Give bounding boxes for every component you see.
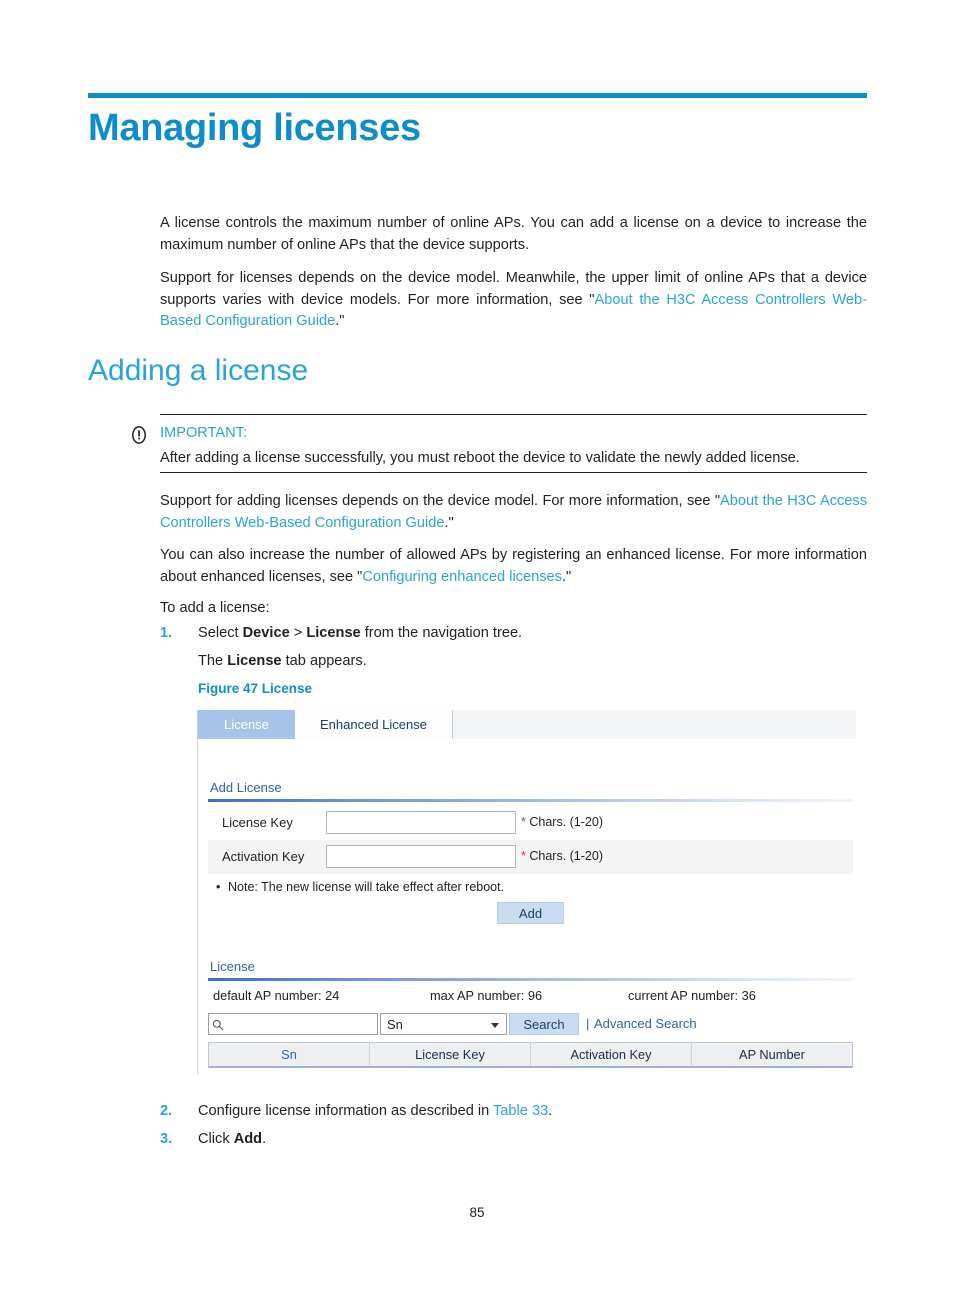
column-header-ap-number[interactable]: AP Number <box>692 1043 852 1066</box>
intro-paragraph-1: A license controls the maximum number of… <box>160 213 867 256</box>
note-body: After adding a license successfully, you… <box>160 450 800 466</box>
license-key-requirement: * Chars. (1-20) <box>521 815 603 829</box>
search-button[interactable]: Search <box>509 1013 579 1035</box>
license-key-label: License Key <box>222 815 293 830</box>
reboot-note: • Note: The new license will take effect … <box>216 880 504 894</box>
step-3-text-b: . <box>262 1131 267 1147</box>
activation-key-label: Activation Key <box>222 849 305 864</box>
section-title-adding-a-license: Adding a license <box>88 354 309 387</box>
step-1-bold-license: License <box>306 625 361 641</box>
license-table-header: Sn License Key Activation Key AP Number <box>208 1042 853 1068</box>
step-3-text-a: Click <box>198 1131 234 1147</box>
field-row-license-key: License Key * Chars. (1-20) <box>208 806 853 840</box>
step-1-substep-a: The <box>198 653 228 669</box>
step-1-text-c: from the navigation tree. <box>360 625 523 641</box>
body-paragraph-4: You can also increase the number of allo… <box>160 545 867 588</box>
add-license-section-title: Add License <box>210 780 282 795</box>
step-2-text: Configure license information as describ… <box>198 1101 552 1123</box>
activation-key-input[interactable] <box>326 845 516 868</box>
field-row-activation-key: Activation Key * Chars. (1-20) <box>208 840 853 874</box>
step-2-text-b: . <box>548 1103 553 1119</box>
step-2-number: 2. <box>160 1103 173 1119</box>
step-1-text-a: Select <box>198 625 243 641</box>
advanced-search-link[interactable]: Advanced Search <box>594 1016 697 1031</box>
license-section-title: License <box>210 959 255 974</box>
license-key-input[interactable] <box>326 811 516 834</box>
tab-bar-filler <box>453 710 856 739</box>
exclamation-circle-icon <box>130 426 148 444</box>
chevron-down-icon <box>491 1023 499 1028</box>
bullet-icon: • <box>216 880 221 894</box>
intro-paragraph-1-text: A license controls the maximum number of… <box>160 215 867 253</box>
stat-max-ap-number: max AP number: 96 <box>430 988 543 1003</box>
body-paragraph-3-text-a: Support for adding licenses depends on t… <box>160 493 721 509</box>
header-rule <box>88 93 867 98</box>
step-3-number: 3. <box>160 1131 173 1147</box>
activation-key-requirement: * Chars. (1-20) <box>521 849 603 863</box>
search-field-select[interactable]: Sn <box>380 1013 507 1035</box>
page-title: Managing licenses <box>88 107 421 149</box>
figure-license-screenshot: License Enhanced License Add License Lic… <box>197 710 856 1074</box>
body-paragraph-3: Support for adding licenses depends on t… <box>160 491 867 534</box>
body-paragraph-5: To add a license: <box>160 600 270 616</box>
activation-key-requirement-text: Chars. (1-20) <box>525 849 603 863</box>
step-1-substep-b: tab appears. <box>281 653 367 669</box>
link-configuring-enhanced-licenses[interactable]: Configuring enhanced licenses <box>362 569 562 585</box>
step-3-text: Click Add. <box>198 1129 266 1151</box>
search-input[interactable] <box>208 1013 378 1035</box>
search-field-select-value: Sn <box>387 1017 403 1032</box>
step-1-text: Select Device > License from the navigat… <box>198 623 522 645</box>
step-1-substep: The License tab appears. <box>198 651 367 673</box>
stat-current-ap-number: current AP number: 36 <box>628 988 756 1003</box>
step-3-bold-add: Add <box>233 1131 263 1147</box>
step-1-bold-device: Device <box>242 625 290 641</box>
column-header-license-key[interactable]: License Key <box>370 1043 531 1066</box>
figure-caption: Figure 47 License <box>198 681 313 696</box>
intro-paragraph-2-text-b: ." <box>335 313 345 329</box>
step-1-substep-bold: License <box>227 653 282 669</box>
add-license-section-rule <box>208 799 853 802</box>
tab-license[interactable]: License <box>198 710 295 739</box>
add-button[interactable]: Add <box>497 902 564 924</box>
tab-enhanced-license[interactable]: Enhanced License <box>295 710 453 739</box>
intro-paragraph-2: Support for licenses depends on the devi… <box>160 268 867 333</box>
step-2-text-a: Configure license information as describ… <box>198 1103 494 1119</box>
note-rule-top <box>160 414 867 415</box>
page-number: 85 <box>469 1205 485 1220</box>
link-table-33[interactable]: Table 33 <box>493 1103 548 1119</box>
step-1-text-b: > <box>289 625 307 641</box>
license-key-requirement-text: Chars. (1-20) <box>525 815 603 829</box>
tab-bar: License Enhanced License <box>198 710 856 739</box>
search-separator: | <box>586 1016 590 1031</box>
document-page: Managing licenses A license controls the… <box>0 0 954 1296</box>
reboot-note-text: Note: The new license will take effect a… <box>228 880 505 894</box>
column-header-activation-key[interactable]: Activation Key <box>531 1043 692 1066</box>
body-paragraph-4-text-b: ." <box>561 568 572 585</box>
license-section-rule <box>208 978 853 981</box>
note-rule-bottom <box>160 472 867 473</box>
column-header-sn[interactable]: Sn <box>209 1043 370 1066</box>
stat-default-ap-number: default AP number: 24 <box>213 988 340 1003</box>
note-title: IMPORTANT: <box>160 425 248 441</box>
body-paragraph-3-text-b: ." <box>444 514 454 531</box>
step-1-number: 1. <box>160 625 173 641</box>
magnifier-icon <box>212 1018 224 1031</box>
